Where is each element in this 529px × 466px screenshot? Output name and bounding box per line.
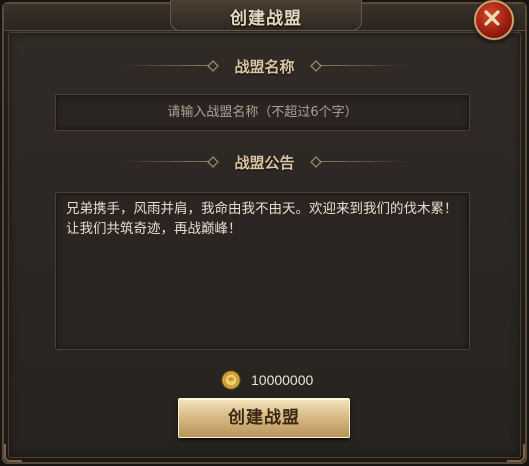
close-x-icon [484,10,500,26]
divider-line [321,161,409,162]
alliance-name-header: 战盟名称 [120,56,409,76]
title-plate: 创建战盟 [170,0,362,31]
alliance-name-input[interactable] [55,94,470,131]
cost-amount: 10000000 [251,372,314,388]
alliance-name-label: 战盟名称 [234,58,295,76]
diamond-ornament-icon [310,156,322,168]
diamond-ornament-icon [310,60,322,72]
create-alliance-dialog: 创建战盟 战盟名称 战盟公告 兄弟携手，风雨并肩，我命由我不由天。欢迎来到我们的… [0,0,529,466]
divider-line [321,65,409,66]
alliance-notice-textarea[interactable]: 兄弟携手，风雨并肩，我命由我不由天。欢迎来到我们的伐木累！让我们共筑奇迹，再战巅… [55,192,470,350]
create-alliance-button[interactable]: 创建战盟 [178,398,350,438]
gold-coin-icon [221,370,241,390]
alliance-notice-label: 战盟公告 [234,154,295,172]
close-button[interactable] [474,0,514,40]
alliance-notice-header: 战盟公告 [120,152,409,172]
dialog-title: 创建战盟 [230,9,302,29]
create-alliance-button-label: 创建战盟 [228,408,300,428]
